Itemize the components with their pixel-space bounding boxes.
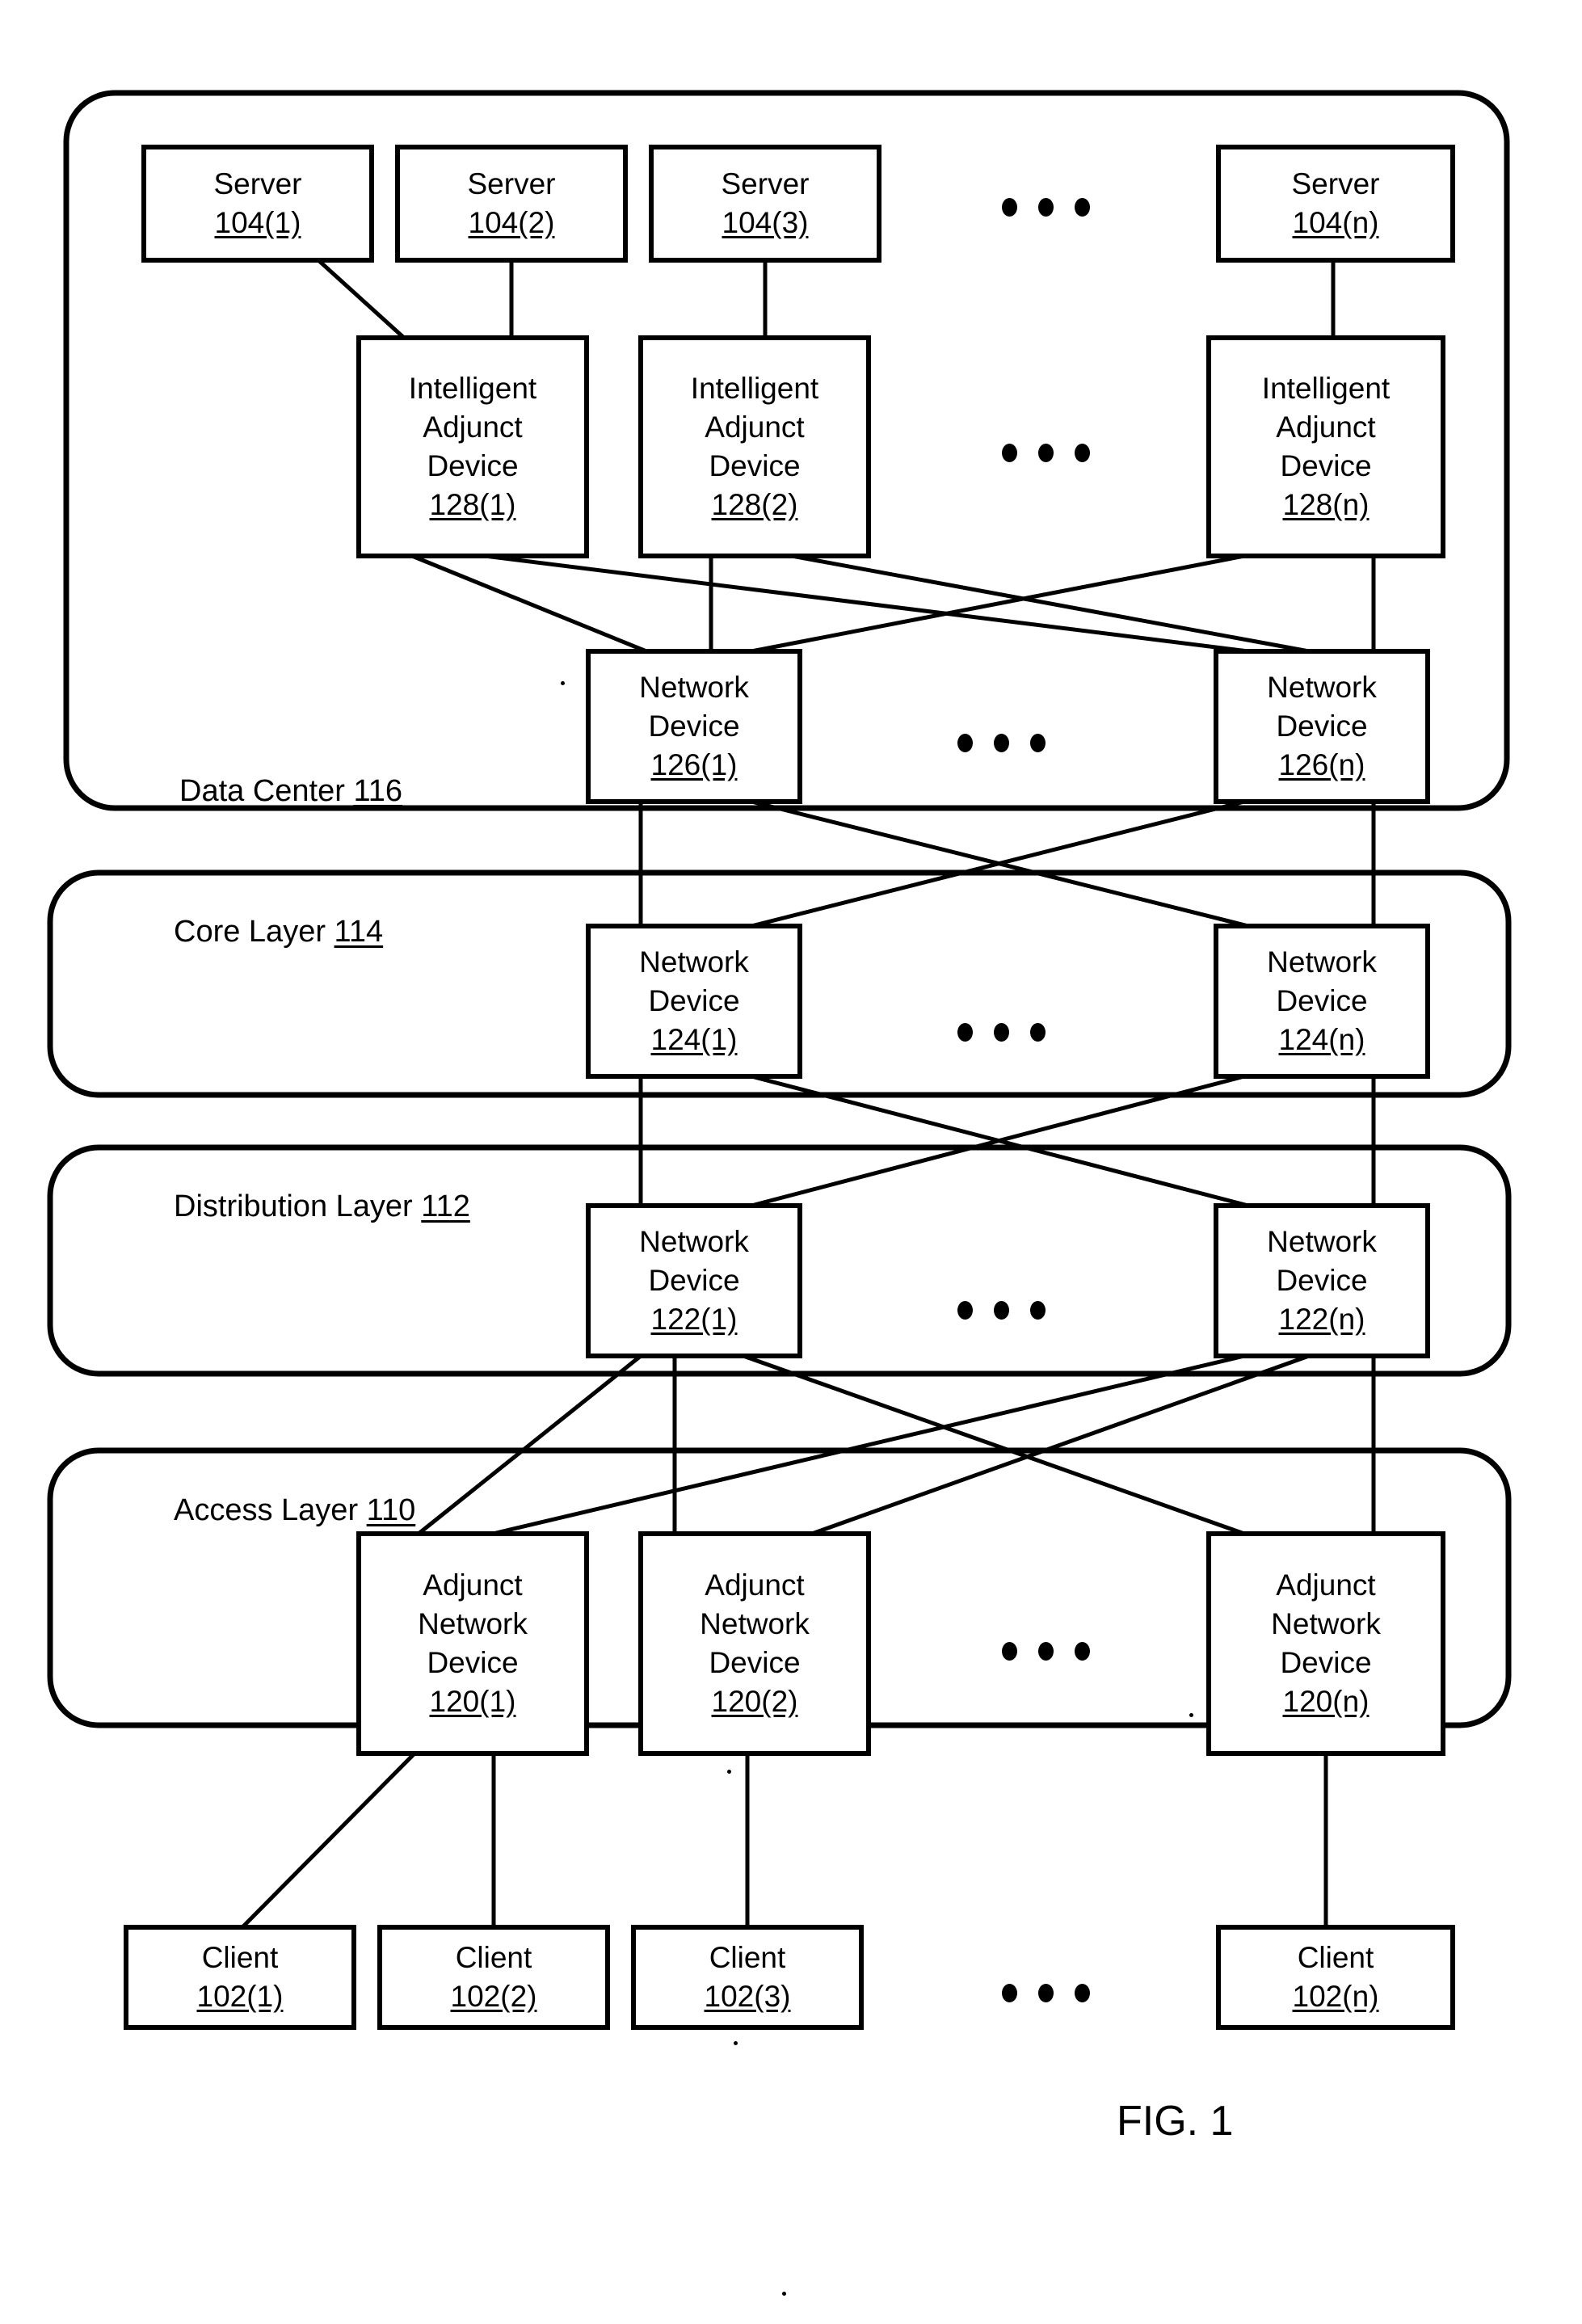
layer-label-access-layer: Access Layer 110: [174, 1493, 415, 1528]
device-box-server-n: [1216, 145, 1455, 263]
ellipsis-dot: [1002, 1642, 1017, 1661]
layer-reference-numeral: 112: [421, 1189, 470, 1223]
ellipsis-dot: [1075, 198, 1090, 217]
ellipsis-dot: [1038, 444, 1054, 462]
scan-speck: [782, 2292, 786, 2296]
layer-label-text: Data Center: [179, 774, 354, 808]
layer-reference-numeral: 114: [334, 915, 384, 949]
ellipsis-dots-servers: [1002, 198, 1090, 217]
layer-reference-numeral: 110: [366, 1493, 416, 1527]
device-box-iad-2: [638, 335, 871, 558]
device-box-iad-1: [356, 335, 589, 558]
ellipsis-dot: [957, 734, 973, 752]
patent-figure-1: Server 104(1) Server 104(2) Server 104(3) Serv…: [0, 0, 1582, 2324]
device-box-client-3: [631, 1925, 864, 2030]
scan-speck: [734, 2041, 738, 2045]
ellipsis-dot: [1002, 198, 1017, 217]
device-box-server-1: [141, 145, 374, 263]
device-box-client-2: [377, 1925, 610, 2030]
connection-line: [743, 1354, 1245, 1536]
ellipsis-dots-adjuncts: [1002, 444, 1090, 462]
layer-label-text: Distribution Layer: [174, 1189, 422, 1223]
device-box-nd-124-n: [1214, 924, 1430, 1079]
scan-speck: [561, 681, 565, 685]
ellipsis-dot: [1075, 444, 1090, 462]
ellipsis-dots-nd122: [957, 1301, 1046, 1320]
network-architecture-diagram: [47, 90, 1512, 2030]
ellipsis-dot: [957, 1023, 973, 1042]
connection-line: [811, 1354, 1310, 1536]
ellipsis-dot: [1002, 1984, 1017, 2002]
layer-label-distribution-layer: Distribution Layer 112: [174, 1189, 470, 1224]
ellipsis-dot: [994, 1301, 1009, 1320]
device-box-and-120-n: [1206, 1531, 1445, 1756]
device-box-nd-124-1: [586, 924, 802, 1079]
device-box-and-120-2: [638, 1531, 871, 1756]
device-box-client-n: [1216, 1925, 1455, 2030]
ellipsis-dot: [957, 1301, 973, 1320]
ellipsis-dot: [1038, 198, 1054, 217]
device-box-and-120-1: [356, 1531, 589, 1756]
connection-line: [241, 1752, 416, 1929]
scan-speck: [1189, 1713, 1193, 1717]
ellipsis-dots-clients: [1002, 1984, 1090, 2002]
ellipsis-dot: [1030, 1301, 1046, 1320]
device-box-server-3: [649, 145, 881, 263]
connection-line: [751, 554, 1245, 654]
device-box-client-1: [124, 1925, 356, 2030]
connection-line: [317, 259, 406, 339]
ellipsis-dot: [1038, 1984, 1054, 2002]
ellipsis-dot: [994, 1023, 1009, 1042]
scan-speck: [727, 1770, 731, 1774]
layer-reference-numeral: 116: [353, 774, 403, 808]
ellipsis-dot: [1030, 1023, 1046, 1042]
ellipsis-dot: [1002, 444, 1017, 462]
ellipsis-dot: [994, 734, 1009, 752]
layer-label-text: Core Layer: [174, 915, 334, 949]
device-box-nd-122-n: [1214, 1203, 1430, 1358]
ellipsis-dot: [1038, 1642, 1054, 1661]
layer-label-core-layer: Core Layer 114: [174, 915, 383, 949]
figure-caption: FIG. 1: [1117, 2098, 1234, 2145]
device-box-server-2: [395, 145, 628, 263]
device-box-iad-n: [1206, 335, 1445, 558]
device-box-nd-122-1: [586, 1203, 802, 1358]
layer-label-text: Access Layer: [174, 1493, 367, 1527]
ellipsis-dot: [1075, 1984, 1090, 2002]
ellipsis-dots-and120: [1002, 1642, 1090, 1661]
ellipsis-dot: [1030, 734, 1046, 752]
device-box-nd-126-1: [586, 649, 802, 804]
ellipsis-dots-nd126: [957, 734, 1046, 752]
layer-label-data-center: Data Center 116: [179, 774, 402, 809]
ellipsis-dots-nd124: [957, 1023, 1046, 1042]
ellipsis-dot: [1075, 1642, 1090, 1661]
device-box-nd-126-n: [1214, 649, 1430, 804]
